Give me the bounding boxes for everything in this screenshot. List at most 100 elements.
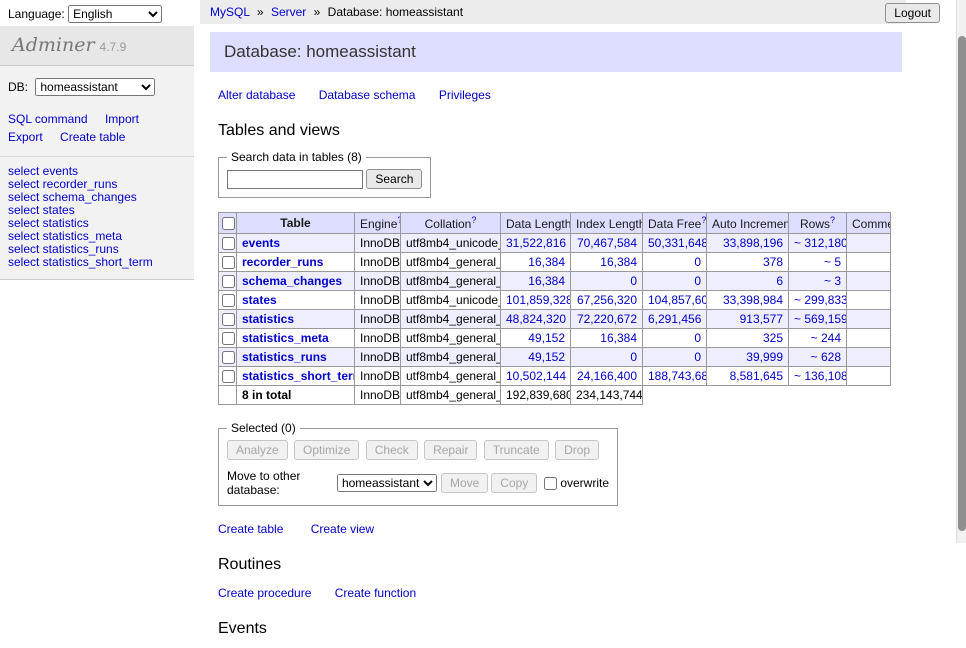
data-free-link[interactable]: 50,331,648 — [648, 236, 707, 250]
check-button[interactable]: Check — [366, 440, 418, 460]
row-checkbox[interactable] — [222, 275, 235, 288]
sort-auto-increment-column[interactable]: Auto Increment — [712, 217, 789, 231]
auto-increment-link[interactable]: 378 — [763, 255, 783, 269]
rows-count-link[interactable]: ~ 5 — [824, 255, 841, 269]
sort-engine-column[interactable]: Engine — [360, 217, 397, 231]
index-length-link[interactable]: 72,220,672 — [577, 312, 637, 326]
data-free-link[interactable]: 0 — [694, 274, 701, 288]
sidebar-link-import[interactable]: Import — [105, 112, 139, 126]
data-length-link[interactable]: 101,859,328 — [506, 293, 571, 307]
table-link[interactable]: statistics_meta — [242, 331, 329, 345]
scrollbar-thumb[interactable] — [958, 36, 966, 531]
sort-index-length-column[interactable]: Index Length — [576, 217, 643, 231]
breadcrumb-mysql-link[interactable]: MySQL — [210, 5, 250, 19]
sort-data-free-column[interactable]: Data Free — [648, 217, 701, 231]
row-checkbox[interactable] — [222, 294, 235, 307]
search-input[interactable] — [227, 170, 363, 189]
row-checkbox[interactable] — [222, 256, 235, 269]
search-button[interactable]: Search — [366, 169, 422, 189]
breadcrumb-server-link[interactable]: Server — [271, 5, 306, 19]
sidebar-link-create-table[interactable]: Create table — [60, 130, 125, 144]
index-length-link[interactable]: 16,384 — [600, 331, 637, 345]
optimize-button[interactable]: Optimize — [294, 440, 359, 460]
sidebar-item-select-states[interactable]: select states — [8, 204, 186, 216]
sidebar-item-select-statistics-meta[interactable]: select statistics_meta — [8, 230, 186, 242]
auto-increment-link[interactable]: 39,999 — [746, 350, 783, 364]
row-checkbox[interactable] — [222, 237, 235, 250]
repair-button[interactable]: Repair — [424, 440, 477, 460]
row-checkbox[interactable] — [222, 351, 235, 364]
index-length-link[interactable]: 24,166,400 — [577, 369, 637, 383]
rows-count-link[interactable]: ~ 299,833 — [794, 293, 847, 307]
data-free-link[interactable]: 0 — [694, 331, 701, 345]
sidebar-link-sql-command[interactable]: SQL command — [8, 112, 88, 126]
auto-increment-link[interactable]: 33,898,196 — [723, 236, 783, 250]
sort-data-length-column[interactable]: Data Length — [506, 217, 571, 231]
data-free-link[interactable]: 0 — [694, 255, 701, 269]
data-free-link[interactable]: 6,291,456 — [648, 312, 701, 326]
help-icon[interactable]: ? — [830, 215, 835, 225]
sidebar-item-select-statistics-runs[interactable]: select statistics_runs — [8, 243, 186, 255]
table-link[interactable]: recorder_runs — [242, 255, 323, 269]
table-link[interactable]: events — [242, 236, 280, 250]
index-length-link[interactable]: 0 — [630, 350, 637, 364]
sort-rows-column[interactable]: Rows — [800, 217, 830, 231]
auto-increment-link[interactable]: 6 — [776, 274, 783, 288]
create-procedure-link[interactable]: Create procedure — [218, 586, 311, 600]
auto-increment-link[interactable]: 325 — [763, 331, 783, 345]
truncate-button[interactable]: Truncate — [484, 440, 549, 460]
overwrite-checkbox[interactable] — [544, 477, 557, 490]
data-free-link[interactable]: 188,743,680 — [648, 369, 707, 383]
rows-count-link[interactable]: ~ 3 — [824, 274, 841, 288]
copy-button[interactable]: Copy — [491, 473, 537, 493]
data-free-link[interactable]: 104,857,600 — [648, 293, 707, 307]
rows-count-link[interactable]: ~ 136,108 — [794, 369, 847, 383]
data-free-link[interactable]: 0 — [694, 350, 701, 364]
help-icon[interactable]: ? — [471, 215, 476, 225]
row-checkbox[interactable] — [222, 370, 235, 383]
overwrite-label[interactable]: overwrite — [560, 476, 609, 490]
rows-count-link[interactable]: ~ 569,159 — [794, 312, 847, 326]
index-length-link[interactable]: 67,256,320 — [577, 293, 637, 307]
sidebar-item-select-statistics-short-term[interactable]: select statistics_short_term — [8, 256, 186, 268]
analyze-button[interactable]: Analyze — [227, 440, 288, 460]
sidebar-item-select-schema-changes[interactable]: select schema_changes — [8, 191, 186, 203]
index-length-link[interactable]: 0 — [630, 274, 637, 288]
create-table-link[interactable]: Create table — [218, 522, 283, 536]
data-length-link[interactable]: 49,152 — [528, 350, 565, 364]
database-schema-link[interactable]: Database schema — [319, 88, 416, 102]
auto-increment-link[interactable]: 8,581,645 — [730, 369, 783, 383]
alter-database-link[interactable]: Alter database — [218, 88, 295, 102]
select-all-checkbox[interactable] — [222, 217, 235, 230]
sidebar-item-select-statistics[interactable]: select statistics — [8, 217, 186, 229]
sort-collation-column[interactable]: Collation — [425, 217, 472, 231]
sort-comment-column[interactable]: Comment — [852, 217, 891, 231]
create-function-link[interactable]: Create function — [335, 586, 416, 600]
db-select[interactable]: homeassistant — [35, 78, 155, 96]
privileges-link[interactable]: Privileges — [439, 88, 491, 102]
data-length-link[interactable]: 31,522,816 — [506, 236, 566, 250]
auto-increment-link[interactable]: 33,398,984 — [723, 293, 783, 307]
table-link[interactable]: schema_changes — [242, 274, 342, 288]
create-view-link[interactable]: Create view — [311, 522, 374, 536]
table-link[interactable]: statistics_runs — [242, 350, 327, 364]
sidebar-item-select-events[interactable]: select events — [8, 165, 186, 177]
data-length-link[interactable]: 16,384 — [528, 274, 565, 288]
vertical-scrollbar[interactable] — [956, 0, 966, 543]
table-link[interactable]: statistics — [242, 312, 294, 326]
sidebar-item-select-recorder-runs[interactable]: select recorder_runs — [8, 178, 186, 190]
language-select[interactable]: English — [68, 5, 162, 23]
index-length-link[interactable]: 16,384 — [600, 255, 637, 269]
table-link[interactable]: statistics_short_term — [242, 369, 355, 383]
help-icon[interactable]: ? — [701, 215, 706, 225]
rows-count-link[interactable]: ~ 244 — [811, 331, 841, 345]
row-checkbox[interactable] — [222, 313, 235, 326]
row-checkbox[interactable] — [222, 332, 235, 345]
index-length-link[interactable]: 70,467,584 — [577, 236, 637, 250]
move-database-select[interactable]: homeassistant — [337, 474, 437, 492]
rows-count-link[interactable]: ~ 312,180 — [794, 236, 847, 250]
drop-button[interactable]: Drop — [555, 440, 599, 460]
rows-count-link[interactable]: ~ 628 — [811, 350, 841, 364]
move-button[interactable]: Move — [441, 473, 488, 493]
table-link[interactable]: states — [242, 293, 277, 307]
